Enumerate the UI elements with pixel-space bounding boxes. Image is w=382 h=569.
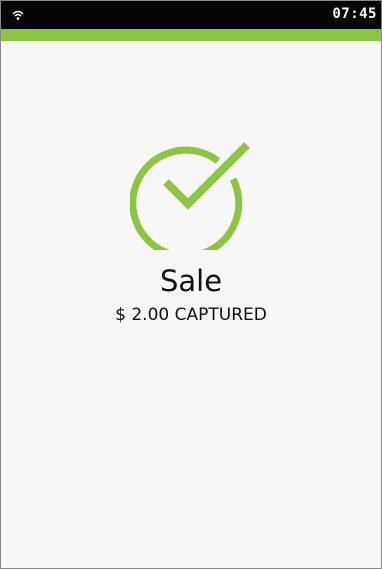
transaction-title: Sale xyxy=(159,264,223,298)
status-bar: 07:45 xyxy=(1,1,381,29)
wifi-icon xyxy=(12,10,24,20)
status-clock: 07:45 xyxy=(332,6,377,22)
accent-bar xyxy=(1,29,381,41)
check-circle-icon xyxy=(130,142,250,250)
transaction-status: $ 2.00 CAPTURED xyxy=(115,305,267,325)
device-screen: 07:45 Sale $ 2.00 CAPTURED xyxy=(0,0,382,569)
